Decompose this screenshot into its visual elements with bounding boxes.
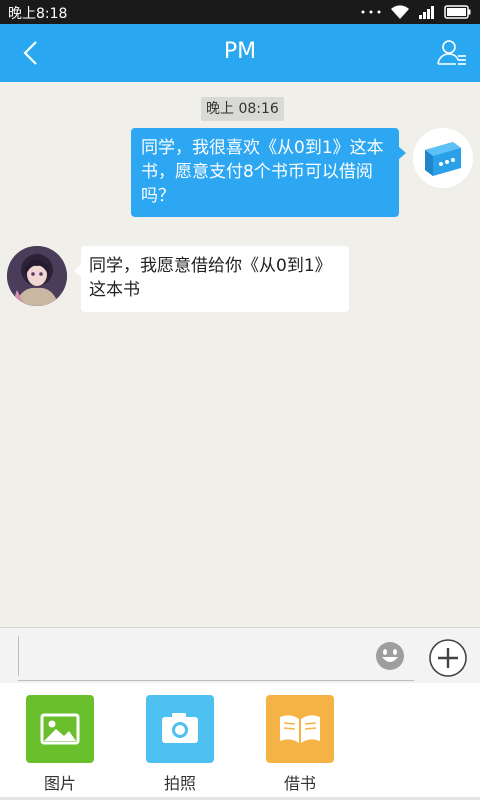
book-chat-logo-icon xyxy=(425,142,461,176)
camera-icon xyxy=(162,713,198,743)
message-input-bar xyxy=(0,627,480,683)
signal-dots-icon xyxy=(361,10,381,14)
panel-label-borrow-book: 借书 xyxy=(283,774,316,793)
sent-message-bubble[interactable]: 同学，我很喜欢《从0到1》这本书，愿意支付8个书币可以借阅吗？ xyxy=(131,128,406,217)
status-time: 晚上8:18 xyxy=(8,6,68,22)
attachment-panel: 图片 拍照 借书 xyxy=(0,683,480,800)
wifi-icon xyxy=(391,5,409,19)
received-message-bubble[interactable]: 同学，我愿意借给你《从0到1》这本书 xyxy=(74,246,349,312)
status-bar: 晚上8:18 xyxy=(0,0,480,24)
user-profile-icon[interactable] xyxy=(436,37,468,69)
battery-icon xyxy=(444,5,471,19)
panel-label-camera: 拍照 xyxy=(163,774,196,793)
contact-avatar[interactable] xyxy=(7,246,67,306)
message-input[interactable] xyxy=(18,636,370,676)
cell-signal-icon xyxy=(419,6,434,19)
book-icon xyxy=(280,715,320,743)
panel-label-picture: 图片 xyxy=(43,774,76,793)
page-title: PM xyxy=(223,39,257,64)
status-icons xyxy=(360,4,472,20)
chat-area[interactable]: 晚上 08:16 同学，我很喜欢《从0到1》这本书，愿意支付8个书币可以借阅吗？… xyxy=(0,82,480,627)
anime-girl-avatar-icon xyxy=(7,246,67,306)
picture-icon xyxy=(40,713,80,745)
panel-item-picture[interactable]: 图片 xyxy=(26,695,94,794)
emoji-icon[interactable] xyxy=(374,640,406,672)
picture-tile[interactable] xyxy=(26,695,94,763)
app-header: PM xyxy=(0,24,480,82)
input-underline xyxy=(18,680,414,681)
my-avatar[interactable] xyxy=(413,128,473,188)
add-attachment-button[interactable] xyxy=(428,638,468,678)
panel-item-borrow-book[interactable]: 借书 xyxy=(266,695,334,794)
panel-item-camera[interactable]: 拍照 xyxy=(146,695,214,794)
book-tile[interactable] xyxy=(266,695,334,763)
camera-tile[interactable] xyxy=(146,695,214,763)
message-timestamp: 晚上 08:16 xyxy=(201,97,284,121)
